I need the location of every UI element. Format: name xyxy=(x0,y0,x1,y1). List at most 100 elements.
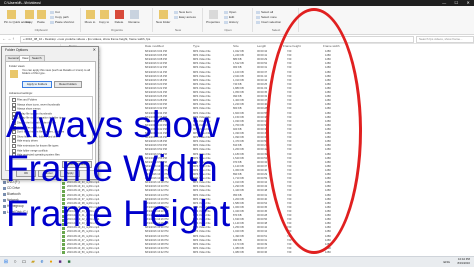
file-date: 8/19/2016 9:54 PM xyxy=(145,152,167,156)
history-button[interactable]: History xyxy=(224,20,238,24)
file-length: 00:00:53 xyxy=(257,156,268,160)
column-type[interactable]: Type xyxy=(193,44,200,48)
invert-selection-button[interactable]: Invert selection xyxy=(256,20,281,24)
new-folder-button[interactable]: New folder xyxy=(156,10,170,24)
file-name: 2016-08-19_46_myfilm.mp4 xyxy=(67,234,100,238)
checkbox-icon[interactable] xyxy=(12,148,16,153)
nav-item-drive[interactable]: Network xyxy=(3,198,19,202)
properties-button[interactable]: Properties xyxy=(206,10,220,24)
select-all-button[interactable]: Select all xyxy=(256,10,273,14)
delete-button[interactable]: Delete xyxy=(113,10,125,24)
file-frame-width: 1280 xyxy=(325,103,331,107)
clock[interactable]: 10:42 PM 8/19/2016 xyxy=(458,257,470,265)
file-type: MP4 Video File xyxy=(193,54,211,58)
file-type: MP4 Video File xyxy=(193,197,211,201)
file-size: 2,044 KB xyxy=(233,74,244,78)
task-view-icon[interactable]: ▭ xyxy=(21,259,27,265)
tree-item[interactable]: Display file size information in folder … xyxy=(12,116,63,121)
checkbox-icon[interactable] xyxy=(12,102,16,107)
file-length: 00:00:29 xyxy=(257,58,268,62)
edit-button[interactable]: Edit xyxy=(224,15,234,19)
cut-button[interactable]: Cut xyxy=(50,10,60,14)
tree-item[interactable]: Hide protected operating system files xyxy=(12,153,60,158)
advanced-settings-tree[interactable]: Files and Folders Always show icons, neve… xyxy=(9,96,93,160)
address-path[interactable]: « 2016_08_10 › Desktop › new youtube vid… xyxy=(20,36,414,43)
file-name: 2016-08-19_41_myfilm.mp4 xyxy=(67,214,100,217)
paste-button[interactable]: Paste xyxy=(36,10,46,24)
column-length[interactable]: Length xyxy=(257,44,266,48)
language-indicator[interactable]: ENG xyxy=(443,260,450,264)
tree-item[interactable]: Hide folder merge conflicts xyxy=(12,148,48,153)
video-file-icon xyxy=(62,214,65,218)
file-frame-height: 720 xyxy=(287,242,292,246)
file-explorer-icon[interactable]: ▰ xyxy=(30,259,36,265)
app-icon[interactable]: ■ xyxy=(57,259,63,265)
paste-shortcut-button[interactable]: Paste shortcut xyxy=(50,20,74,24)
search-input[interactable]: Search fps videos, show frame... xyxy=(416,36,474,43)
checkbox-icon[interactable] xyxy=(12,107,16,112)
rename-button[interactable]: Rename xyxy=(128,10,140,24)
tree-item[interactable]: Display the full path in the title bar xyxy=(12,121,56,125)
file-length: 00:00:46 xyxy=(257,168,268,172)
tree-item[interactable]: Hidden files and folders xyxy=(12,125,44,130)
column-size[interactable]: Size xyxy=(233,44,239,48)
checkbox-icon[interactable] xyxy=(12,144,16,148)
apply-button[interactable]: Apply xyxy=(60,170,80,177)
file-frame-height: 720 xyxy=(287,189,292,193)
checkbox-icon[interactable] xyxy=(12,116,16,121)
checkbox-icon[interactable] xyxy=(12,111,16,116)
ok-button[interactable]: OK xyxy=(16,170,36,177)
file-size: 1,240 KB xyxy=(233,54,244,58)
edge-icon[interactable]: e xyxy=(39,259,45,265)
file-frame-height: 720 xyxy=(287,148,292,152)
nav-item-drive[interactable]: DVD (F:) xyxy=(3,180,20,184)
checkbox-icon[interactable] xyxy=(12,153,16,158)
file-frame-height: 720 xyxy=(287,238,292,242)
nav-item-drive[interactable]: Local Disk (C:) xyxy=(3,210,28,214)
checkbox-icon[interactable] xyxy=(12,130,16,135)
pin-button[interactable]: Pin to Quick access xyxy=(4,10,30,24)
tree-item[interactable]: Hide extensions for known file types xyxy=(12,144,58,148)
new-item-button[interactable]: New item xyxy=(174,10,192,14)
checkbox-icon[interactable] xyxy=(12,139,16,144)
copy-to-button[interactable]: Copy to xyxy=(98,10,110,24)
file-frame-height: 720 xyxy=(287,107,292,111)
checkbox-icon[interactable] xyxy=(12,121,16,125)
apply-to-folders-button[interactable]: Apply to Folders xyxy=(22,81,52,88)
open-button[interactable]: Open xyxy=(224,10,236,14)
select-none-button[interactable]: Select none xyxy=(256,15,277,19)
move-to-button[interactable]: Move to xyxy=(84,10,96,24)
tree-item[interactable]: Always show icons, never thumbnails xyxy=(12,102,60,107)
nav-arrows-icon[interactable]: ← → ↑ xyxy=(2,36,14,41)
nav-item-drive[interactable]: Bluetooth xyxy=(3,192,20,196)
checkbox-icon[interactable] xyxy=(12,134,16,139)
tree-item[interactable]: Don't show hidden files, folders, or dri… xyxy=(12,130,64,135)
file-length: 00:00:39 xyxy=(257,152,268,156)
nav-item-drive[interactable]: CD Drive xyxy=(3,186,20,190)
windows-start-icon[interactable]: ⊞ xyxy=(3,259,9,265)
tree-item[interactable]: Always show menus xyxy=(12,107,41,112)
file-date: 8/19/2016 9:10 PM xyxy=(145,62,167,66)
checkbox-icon[interactable] xyxy=(12,125,16,130)
app-icon-2[interactable]: ■ xyxy=(66,259,72,265)
copy-path-button[interactable]: Copy path xyxy=(50,15,69,19)
checkbox-icon[interactable] xyxy=(12,98,16,102)
nav-item-label: DVD (F:) xyxy=(7,180,20,184)
file-size: 1,022 KB xyxy=(233,50,244,53)
tree-item[interactable]: Show hidden files, folders, and drives xyxy=(12,134,60,139)
easy-access-button[interactable]: Easy access xyxy=(174,15,196,19)
copy-button[interactable]: Copy xyxy=(24,10,34,24)
tree-item[interactable]: Hide empty drives xyxy=(12,139,38,144)
search-icon[interactable]: ○ xyxy=(12,259,18,265)
chrome-icon[interactable]: ● xyxy=(48,259,54,265)
tree-item[interactable]: Files and Folders xyxy=(12,98,37,102)
column-date[interactable]: Date modified xyxy=(145,44,164,48)
restore-defaults-button[interactable]: Restore Defaults xyxy=(62,161,92,168)
column-frame-width[interactable]: Frame width xyxy=(323,44,340,48)
dialog-close-icon[interactable]: ✕ xyxy=(93,47,96,52)
column-frame-height[interactable]: Frame height xyxy=(283,44,301,48)
reset-folders-button[interactable]: Reset Folders xyxy=(54,81,82,88)
cancel-button[interactable]: Cancel xyxy=(38,170,58,177)
nav-item-drive[interactable]: Homegroup xyxy=(3,204,24,208)
tree-item[interactable]: Display file icon on thumbnails xyxy=(12,111,52,116)
